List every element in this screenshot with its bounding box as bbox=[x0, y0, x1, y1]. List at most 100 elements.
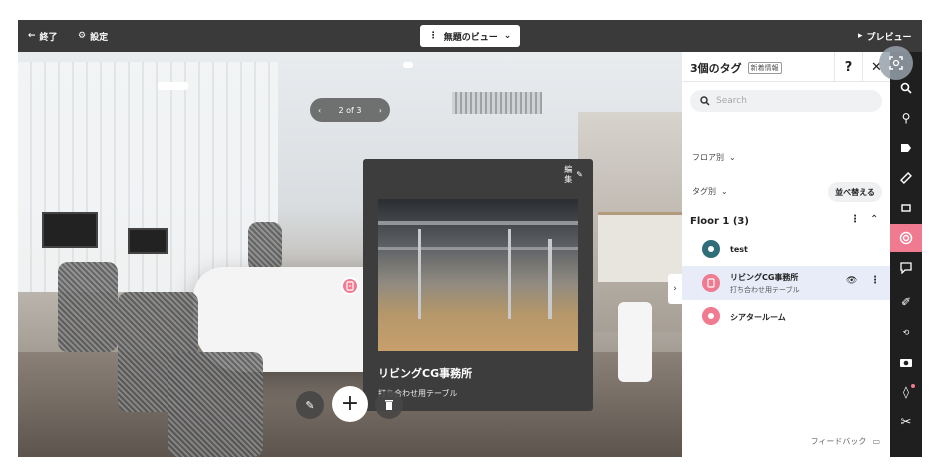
floor-filter[interactable]: フロア別 ⌄ bbox=[692, 152, 736, 163]
pin-icon: ⚲ bbox=[901, 111, 911, 125]
top-bar: ← 終了 ⚙ 設定 ⋮ 無題のビュー ⌄ ▸ プレビュー bbox=[18, 20, 922, 52]
air-purifier bbox=[618, 302, 652, 382]
pencil-icon: ✎ bbox=[576, 170, 583, 179]
edit-label: 編集 bbox=[564, 165, 573, 184]
tag-filter[interactable]: タグ別 ⌄ bbox=[692, 186, 728, 197]
search-input[interactable] bbox=[716, 96, 866, 106]
search-icon bbox=[900, 82, 912, 94]
chat-icon: ▭ bbox=[872, 437, 880, 446]
chevron-down-icon: ⌄ bbox=[729, 153, 736, 162]
cut-tool[interactable]: ✂ bbox=[890, 408, 922, 436]
office-chair bbox=[58, 262, 118, 352]
user-avatar[interactable] bbox=[879, 46, 913, 80]
droplet-icon: ◊ bbox=[903, 385, 909, 399]
rotate-360-icon: ⟲ bbox=[902, 327, 910, 337]
chevron-up-icon[interactable]: ⌃ bbox=[870, 214, 878, 225]
window-blinds bbox=[18, 62, 278, 292]
ruler-tool[interactable] bbox=[890, 164, 922, 192]
chevron-down-icon: ⌄ bbox=[721, 187, 728, 196]
exit-label: 終了 bbox=[39, 32, 58, 43]
panorama-view[interactable]: ‹ 2 of 3 › 編集 ✎ リビングCG事務所 打ち合わせ用テーブル ✎ +… bbox=[18, 52, 682, 457]
ruler-icon bbox=[900, 172, 912, 184]
view-name: 無題のビュー bbox=[443, 32, 498, 43]
360-tool[interactable]: ⟲ bbox=[890, 318, 922, 346]
camera-tool[interactable] bbox=[890, 348, 922, 376]
tag-row[interactable]: シアタールーム bbox=[682, 300, 890, 332]
sort-button[interactable]: 並べ替える bbox=[828, 182, 882, 202]
notification-dot bbox=[911, 384, 915, 388]
settings-button[interactable]: ⚙ 設定 bbox=[78, 20, 108, 52]
comment-icon bbox=[900, 262, 912, 274]
search-box[interactable] bbox=[690, 90, 882, 112]
crop-tool[interactable] bbox=[890, 194, 922, 222]
tag-dot-icon bbox=[702, 240, 720, 258]
gear-icon: ⚙ bbox=[78, 31, 87, 41]
steel-column bbox=[508, 229, 511, 319]
monitor bbox=[128, 228, 168, 254]
tag-image bbox=[378, 199, 578, 351]
new-badge[interactable]: 新着情報 bbox=[747, 62, 782, 74]
tag-label: シアタールーム bbox=[730, 313, 786, 322]
add-button[interactable]: + bbox=[332, 386, 368, 422]
chevron-right-icon: › bbox=[673, 284, 677, 294]
tag-dot-icon bbox=[702, 307, 720, 325]
feedback-link[interactable]: フィードバック ▭ bbox=[811, 436, 880, 447]
chevron-right-icon[interactable]: › bbox=[379, 106, 382, 115]
tag-label: test bbox=[730, 245, 748, 254]
ceiling-light bbox=[403, 62, 413, 68]
tag-pin[interactable] bbox=[341, 277, 359, 295]
app-frame: ← 終了 ⚙ 設定 ⋮ 無題のビュー ⌄ ▸ プレビュー ‹ 2 of 3 › … bbox=[18, 20, 922, 457]
tag-label: リビングCG事務所 bbox=[730, 273, 799, 282]
tag-row[interactable]: test bbox=[682, 233, 890, 265]
measure-tool[interactable]: ⚲ bbox=[890, 104, 922, 132]
panel-title: 3個のタグ 新着情報 bbox=[690, 60, 782, 76]
frame-icon bbox=[901, 204, 911, 212]
dot-center bbox=[708, 246, 714, 252]
chevron-left-icon[interactable]: ‹ bbox=[318, 106, 321, 115]
nav-counter: 2 of 3 bbox=[338, 105, 362, 115]
comment-tool[interactable] bbox=[890, 254, 922, 282]
floor-filter-label: フロア別 bbox=[692, 153, 724, 162]
clipboard-glyph bbox=[707, 278, 715, 288]
tag-tool[interactable] bbox=[890, 134, 922, 162]
trash-icon bbox=[385, 400, 393, 410]
target-icon bbox=[899, 231, 913, 245]
panel-title-text: 3個のタグ bbox=[690, 62, 742, 75]
eye-icon[interactable]: 👁 bbox=[846, 276, 857, 286]
floor-heading[interactable]: Floor 1 (3) bbox=[690, 216, 749, 227]
edit-tag-button[interactable]: ✎ bbox=[296, 391, 324, 419]
steel-column bbox=[548, 239, 552, 319]
chevron-down-icon: ⌄ bbox=[503, 31, 512, 41]
exit-button[interactable]: ← 終了 bbox=[28, 20, 58, 52]
tags-tool[interactable] bbox=[890, 224, 922, 252]
tool-rail: ⚲ ✐ ⟲ ◊ ✂ bbox=[890, 52, 922, 457]
annotation-tool[interactable]: ✐ bbox=[890, 288, 922, 316]
popup-title: リビングCG事務所 bbox=[378, 367, 473, 380]
delete-button[interactable] bbox=[375, 391, 403, 419]
pen-icon: ✐ bbox=[900, 295, 912, 309]
scan-navigator: ‹ 2 of 3 › bbox=[310, 98, 390, 122]
kebab-icon[interactable]: ⋮ bbox=[850, 214, 860, 225]
clipboard-icon bbox=[702, 274, 720, 292]
plus-icon: + bbox=[340, 391, 360, 416]
collapse-panel-tab[interactable]: › bbox=[668, 274, 682, 304]
panel-header: 3個のタグ 新着情報 ? ✕ bbox=[682, 52, 890, 82]
scissors-icon: ✂ bbox=[900, 414, 912, 430]
camera-icon bbox=[900, 358, 912, 367]
ceiling-light bbox=[158, 82, 188, 90]
settings-label: 設定 bbox=[90, 32, 109, 43]
drop-tool[interactable]: ◊ bbox=[890, 378, 922, 406]
view-selector[interactable]: ⋮ 無題のビュー ⌄ bbox=[420, 25, 520, 47]
search-icon bbox=[700, 96, 710, 106]
help-button[interactable]: ? bbox=[834, 52, 862, 82]
tag-sublabel: 打ち合わせ用テーブル bbox=[730, 286, 800, 294]
tag-popup: 編集 ✎ リビングCG事務所 打ち合わせ用テーブル bbox=[363, 159, 593, 411]
kebab-icon[interactable]: ⋮ bbox=[870, 275, 880, 286]
tag-row-selected[interactable]: リビングCG事務所 打ち合わせ用テーブル 👁 ⋮ bbox=[682, 266, 890, 300]
edit-button[interactable]: 編集 ✎ bbox=[564, 165, 583, 185]
air-vent bbox=[452, 92, 542, 114]
ceiling-beam bbox=[378, 221, 578, 225]
office-chair bbox=[168, 352, 263, 457]
tag-filter-label: タグ別 bbox=[692, 187, 716, 196]
monitor bbox=[42, 212, 98, 248]
